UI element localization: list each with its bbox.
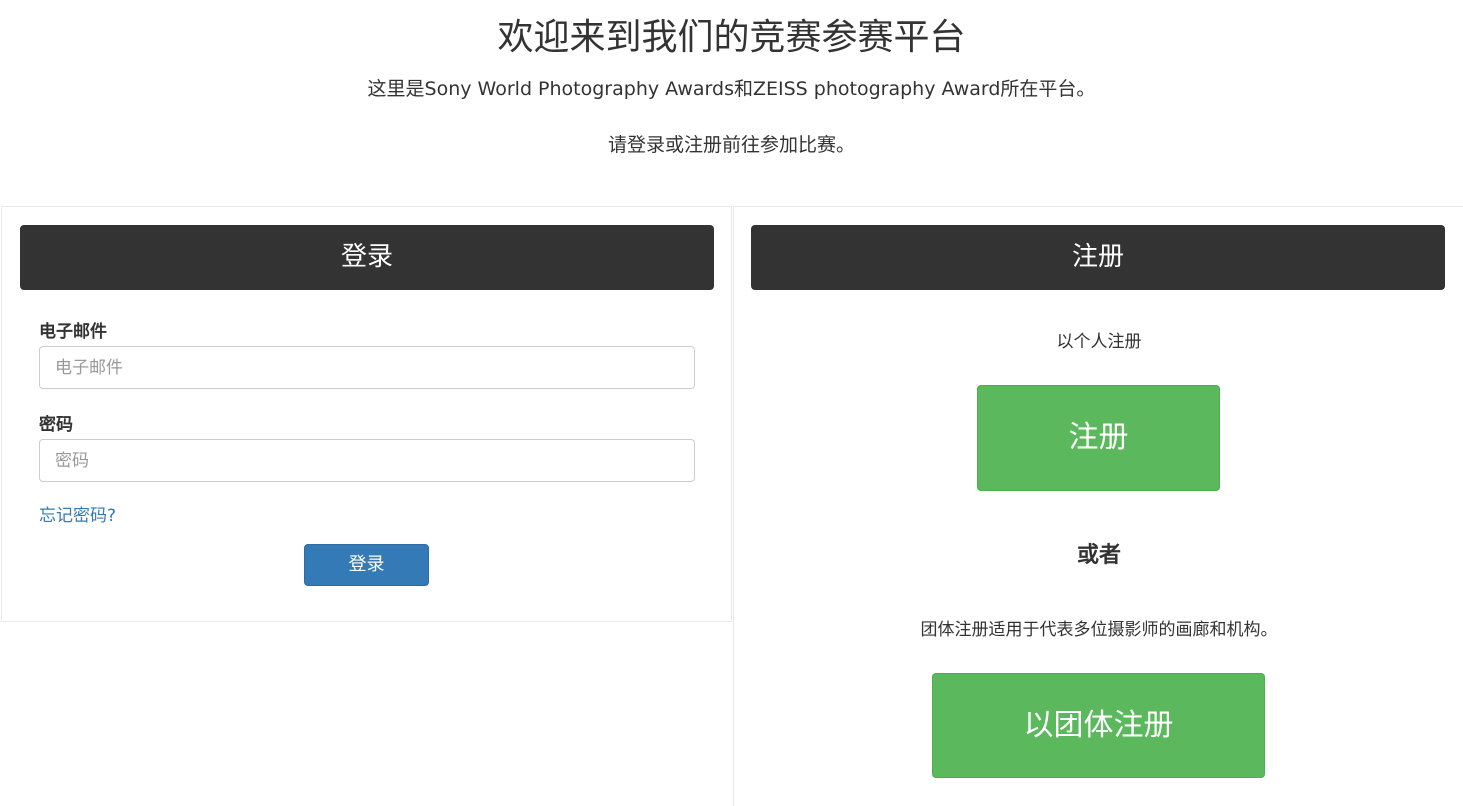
forgot-password-link[interactable]: 忘记密码? xyxy=(39,501,116,526)
password-input[interactable] xyxy=(39,439,695,482)
page-prompt: 请登录或注册前往参加比赛。 xyxy=(607,134,855,156)
register-panel-heading: 注册 xyxy=(751,225,1445,290)
register-button[interactable]: 注册 xyxy=(977,385,1220,491)
login-panel: 登录 电子邮件 密码 忘记密码? 登录 xyxy=(1,206,732,622)
group-register-text: 团体注册适用于代表多位摄影师的画廊和机构。 xyxy=(920,620,1278,640)
login-button[interactable]: 登录 xyxy=(304,544,429,586)
individual-register-text: 以个人注册 xyxy=(1056,332,1142,352)
login-panel-heading: 登录 xyxy=(20,225,714,290)
email-input[interactable] xyxy=(39,346,695,389)
email-label: 电子邮件 xyxy=(39,322,107,342)
password-label: 密码 xyxy=(39,415,73,435)
page-subtitle: 这里是Sony World Photography Awards和ZEISS p… xyxy=(367,78,1096,100)
or-divider-text: 或者 xyxy=(1076,543,1121,568)
register-panel: 注册 以个人注册 注册 或者 团体注册适用于代表多位摄影师的画廊和机构。 以团体… xyxy=(733,206,1463,806)
page-title: 欢迎来到我们的竞赛参赛平台 xyxy=(497,17,966,58)
group-register-button[interactable]: 以团体注册 xyxy=(932,673,1265,778)
